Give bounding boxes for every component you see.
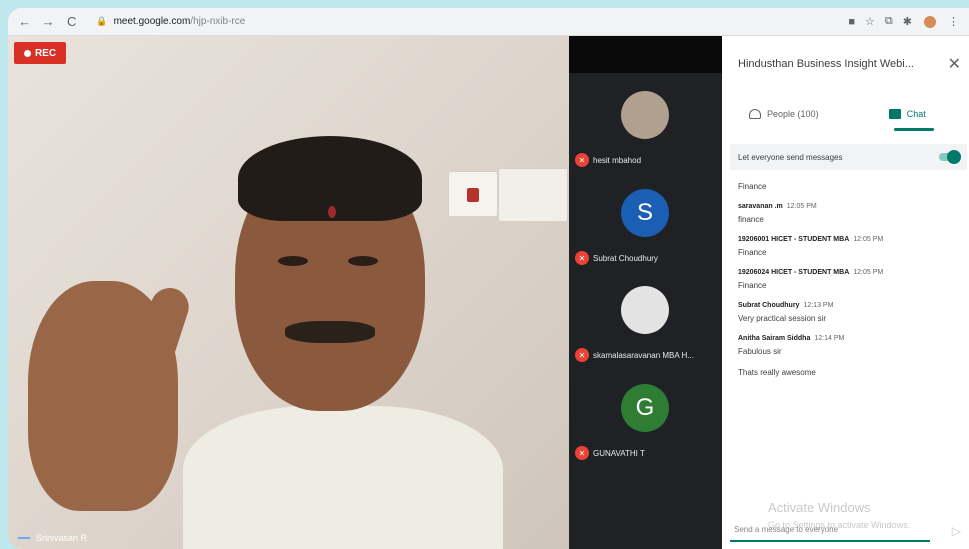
chat-message: 19206024 HICET - STUDENT MBA 12:05 PM Fin… (738, 269, 884, 290)
meeting-title: Hindusthan Business Insight Webi... (738, 58, 914, 70)
browser-window: ← → C 🔒 meet.google.com/hjp-nxib-rce ■ ☆… (8, 8, 969, 549)
self-name-label: Srinivasan R (18, 533, 87, 543)
avatar: S (621, 189, 669, 237)
recording-badge: REC (14, 42, 66, 64)
chat-icon (888, 109, 901, 119)
address-bar[interactable]: 🔒 meet.google.com/hjp-nxib-rce (88, 12, 838, 32)
chat-message: saravanan .m 12:05 PM finance (738, 203, 817, 224)
wall-socket (498, 168, 568, 222)
bookmark-star-icon[interactable]: ☆ (865, 15, 875, 28)
forward-icon[interactable]: → (41, 14, 55, 29)
tab-chat[interactable]: Chat (846, 96, 969, 132)
message-permission-row: Let everyone send messages (730, 144, 967, 170)
mic-off-icon: ✕ (575, 153, 589, 167)
panel-tabs: People (100) Chat (722, 96, 969, 132)
participant-tiles: ✕ hesit mbahod S ✕ Subrat Choudhury ✕ skama… (569, 36, 722, 549)
browser-toolbar: ← → C 🔒 meet.google.com/hjp-nxib-rce ■ ☆… (8, 8, 969, 36)
side-panel: Hindusthan Business Insight Webi... ✕ Pe… (722, 36, 969, 549)
chat-input[interactable]: Send a message to everyone (730, 518, 930, 542)
close-icon[interactable]: ✕ (948, 54, 961, 74)
browser-menu-icon[interactable]: ⋮ (948, 15, 959, 28)
back-icon[interactable]: ← (18, 14, 31, 29)
mic-off-icon: ✕ (575, 251, 589, 265)
main-video: REC Srinivasan R (8, 36, 569, 549)
reload-icon[interactable]: C (65, 14, 78, 29)
profile-avatar[interactable] (922, 13, 938, 30)
camera-icon[interactable]: ■ (848, 16, 855, 28)
chat-messages: Finance saravanan .m 12:05 PM finance 192… (738, 182, 963, 389)
puzzle-icon[interactable]: ✱ (903, 15, 912, 28)
participant-tile[interactable]: ✕ skamalasaravanan MBA H... (569, 276, 722, 372)
message-permission-toggle[interactable] (939, 150, 961, 164)
url-host: meet.google.com (113, 16, 191, 27)
record-dot-icon (23, 49, 31, 57)
participant-tile[interactable]: ✕ hesit mbahod (569, 81, 722, 177)
avatar: G (621, 384, 669, 432)
chat-message: Anitha Sairam Siddha 12:14 PM Fabulous si… (738, 335, 845, 356)
audio-level-icon (18, 537, 30, 539)
send-icon[interactable]: ▷ (952, 524, 961, 538)
tab-people[interactable]: People (100) (722, 96, 846, 132)
chat-message: Subrat Choudhury 12:13 PM Very practical … (738, 302, 834, 323)
avatar (621, 286, 669, 334)
chat-message: Finance (738, 182, 767, 191)
lock-icon: 🔒 (96, 16, 108, 26)
people-icon (748, 109, 761, 119)
chat-message: 19206001 HICET - STUDENT MBA 12:05 PM Fin… (738, 236, 884, 257)
extension-icon[interactable]: ⧉ (885, 15, 893, 28)
participant-tile[interactable]: G ✕ GUNAVATHI T (569, 374, 722, 470)
url-path: /hjp-nxib-rce (190, 16, 246, 27)
participant-tile[interactable]: S ✕ Subrat Choudhury (569, 179, 722, 275)
mic-off-icon: ✕ (575, 446, 589, 460)
chat-message: Thats really awesome (738, 368, 816, 377)
avatar (621, 91, 669, 139)
mic-off-icon: ✕ (575, 348, 589, 362)
speaker-figure (183, 126, 503, 549)
activate-windows-watermark: Activate Windows (768, 500, 871, 515)
